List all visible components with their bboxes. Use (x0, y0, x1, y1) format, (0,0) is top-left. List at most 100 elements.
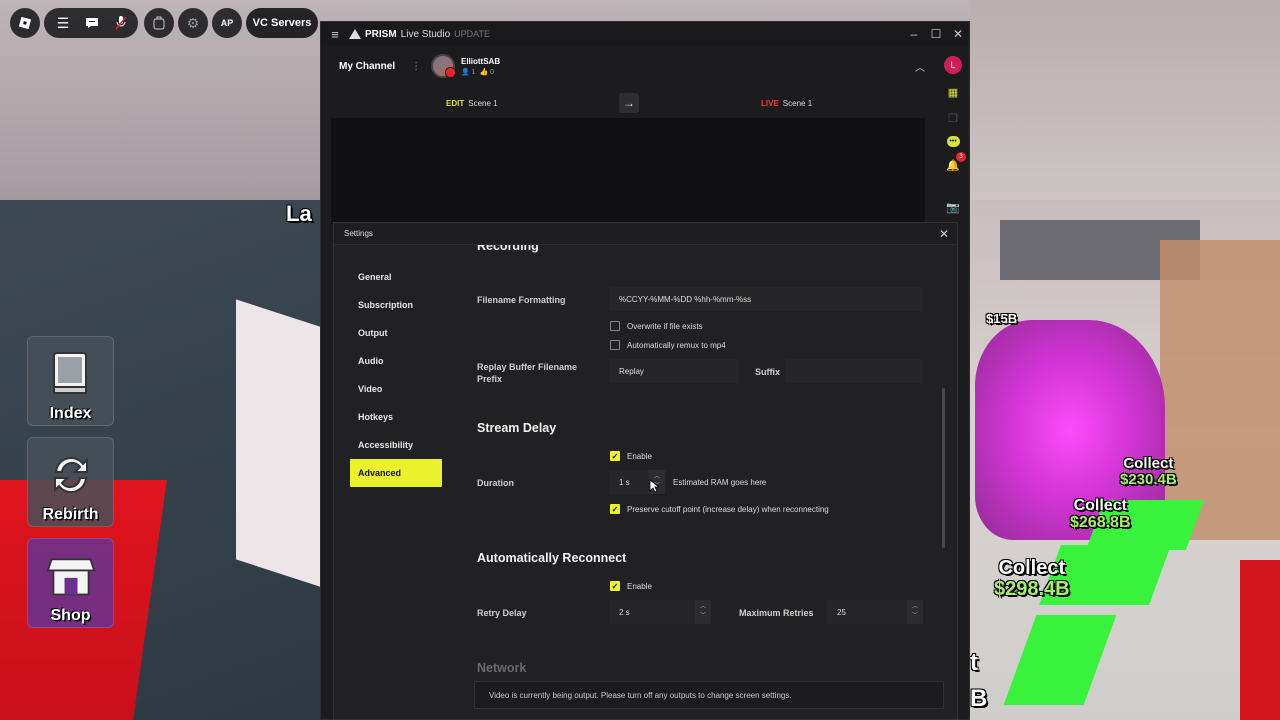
overwrite-checkbox[interactable]: Overwrite if file exists (610, 321, 703, 331)
username: ElliottSAB (461, 56, 501, 66)
close-icon[interactable]: ✕ (947, 27, 969, 41)
nav-subscription[interactable]: Subscription (350, 291, 442, 319)
preserve-cutoff-checkbox[interactable]: ✓ Preserve cutoff point (increase delay)… (610, 504, 829, 514)
max-retries-value: 25 (837, 607, 846, 617)
rebirth-button[interactable]: Rebirth (27, 437, 114, 527)
shop-button[interactable]: Shop (27, 538, 114, 628)
spin-arrows[interactable]: ︿﹀ (695, 600, 711, 624)
chat-bubble-icon[interactable]: ••• (946, 136, 960, 147)
stream-delay-enable-checkbox[interactable]: ✓ Enable (610, 451, 652, 461)
update-badge[interactable]: UPDATE (454, 29, 490, 39)
app-name: PRISM (365, 28, 397, 40)
copy-icon[interactable]: ❐ (945, 110, 961, 126)
prism-titlebar: ≡ PRISM Live Studio UPDATE – ☐ ✕ (321, 22, 969, 46)
channel-bar: My Channel ⋮ ElliottSAB 👤 1 👍 0 ︿ (321, 46, 937, 86)
scene-preview (331, 118, 925, 224)
collect-amount: $298.4B (994, 578, 1070, 600)
nav-advanced[interactable]: Advanced (350, 459, 442, 487)
prism-logo: PRISM Live Studio UPDATE (349, 29, 490, 40)
retry-delay-value: 2 s (619, 607, 630, 617)
recording-heading: Recording (477, 245, 539, 253)
collapse-chevron-icon[interactable]: ︿ (915, 59, 925, 74)
transition-arrow-button[interactable]: → (619, 93, 639, 113)
nav-audio[interactable]: Audio (350, 347, 442, 375)
network-heading: Network (477, 661, 527, 675)
retry-delay-label: Retry Delay (477, 608, 527, 618)
arrow-right-icon: → (623, 96, 635, 110)
filename-label: Filename Formatting (477, 295, 566, 305)
hamburger-button[interactable]: ☰ (48, 8, 78, 38)
spin-arrows[interactable]: ︿﹀ (907, 600, 923, 624)
game-wall-text: La (286, 201, 312, 226)
channel-user: ElliottSAB 👤 1 👍 0 (461, 57, 500, 76)
chevron-up-icon[interactable]: ︿ (912, 603, 918, 612)
close-icon[interactable]: ✕ (939, 227, 949, 241)
duration-value: 1 s (619, 477, 630, 487)
roblox-menu-button[interactable] (10, 8, 40, 38)
output-notice: Video is currently being output. Please … (474, 681, 944, 709)
nav-hotkeys[interactable]: Hotkeys (350, 403, 442, 431)
chat-button[interactable] (77, 8, 107, 38)
collect-text: Collect (998, 557, 1066, 579)
preserve-label: Preserve cutoff point (increase delay) w… (627, 504, 829, 514)
game-white-panel (236, 299, 326, 589)
viewer-count: 1 (471, 68, 476, 76)
index-button[interactable]: Index (27, 336, 114, 426)
profile-button[interactable]: L (944, 56, 962, 74)
my-channel-text: My Channel (339, 60, 396, 72)
chevron-down-icon[interactable]: ﹀ (700, 612, 706, 621)
minimize-icon[interactable]: – (903, 27, 925, 41)
prism-menu-button[interactable]: ≡ (321, 27, 349, 42)
filename-input[interactable]: %CCYY-%MM-%DD %hh-%mm-%ss (609, 287, 923, 311)
reconnect-heading: Automatically Reconnect (477, 551, 627, 565)
like-icon: 👍 (479, 68, 489, 76)
nav-output[interactable]: Output (350, 319, 442, 347)
bell-icon[interactable]: 🔔 3 (945, 152, 966, 173)
vc-servers-button[interactable]: VC Servers (246, 8, 318, 38)
avatar[interactable] (431, 54, 456, 78)
edge-text: t (970, 649, 978, 676)
book-icon (46, 347, 96, 401)
remux-checkbox[interactable]: Automatically remux to mp4 (610, 340, 726, 350)
retry-delay-spinbox[interactable]: 2 s ︿ ﹀ (609, 600, 711, 624)
ap-button[interactable]: AP (212, 8, 242, 38)
channel-stats: 👤 1 👍 0 (461, 68, 500, 76)
microphone-button[interactable] (106, 8, 136, 38)
edit-scene[interactable]: EDIT Scene 1 (446, 99, 498, 108)
hamburger-icon: ☰ (56, 14, 70, 31)
right-rail: L ▦ ❐ ••• 🔔 3 📷 (937, 46, 969, 246)
settings-scrollbar[interactable] (942, 388, 945, 548)
prism-triangle-icon (349, 29, 361, 39)
settings-dialog: Settings ✕ General Subscription Output A… (333, 222, 958, 720)
suffix-input[interactable] (785, 359, 923, 383)
enable-label: Enable (627, 581, 652, 591)
chevron-down-icon[interactable]: ﹀ (912, 612, 918, 621)
more-vertical-icon[interactable]: ⋮ (411, 61, 421, 72)
max-retries-spinbox[interactable]: 25 ︿ ﹀ (827, 600, 923, 624)
checkbox-box (610, 321, 620, 331)
live-scene[interactable]: LIVE Scene 1 (761, 99, 812, 108)
live-scene-name: Scene 1 (782, 98, 813, 108)
replay-prefix-input[interactable]: Replay (609, 359, 739, 383)
my-channel-label[interactable]: My Channel ⋮ (321, 61, 431, 72)
reconnect-enable-checkbox[interactable]: ✓ Enable (610, 581, 652, 591)
roblox-logo-icon (18, 16, 32, 30)
scene-bar: EDIT Scene 1 → LIVE Scene 1 (321, 90, 937, 116)
nav-accessibility[interactable]: Accessibility (350, 431, 442, 459)
collect-label: Collect $268.8B (1070, 497, 1131, 532)
nav-general[interactable]: General (350, 263, 442, 291)
backpack-button[interactable] (144, 8, 174, 38)
maximize-icon[interactable]: ☐ (925, 27, 947, 41)
checkbox-checked-icon: ✓ (610, 451, 620, 461)
chevron-up-icon[interactable]: ︿ (700, 603, 706, 612)
collect-amount: $268.8B (1070, 513, 1131, 531)
collect-label: Collect $230.4B (1120, 456, 1177, 488)
settings-titlebar: Settings ✕ (334, 223, 957, 245)
settings-game-button[interactable]: ⚙ (178, 8, 208, 38)
like-count: 0 (490, 68, 495, 76)
layout-icon[interactable]: ▦ (945, 84, 961, 100)
nav-video[interactable]: Video (350, 375, 442, 403)
camera-icon[interactable]: 📷 (945, 199, 961, 215)
chat-icon (86, 18, 98, 28)
hamburger-icon: ≡ (331, 26, 339, 42)
